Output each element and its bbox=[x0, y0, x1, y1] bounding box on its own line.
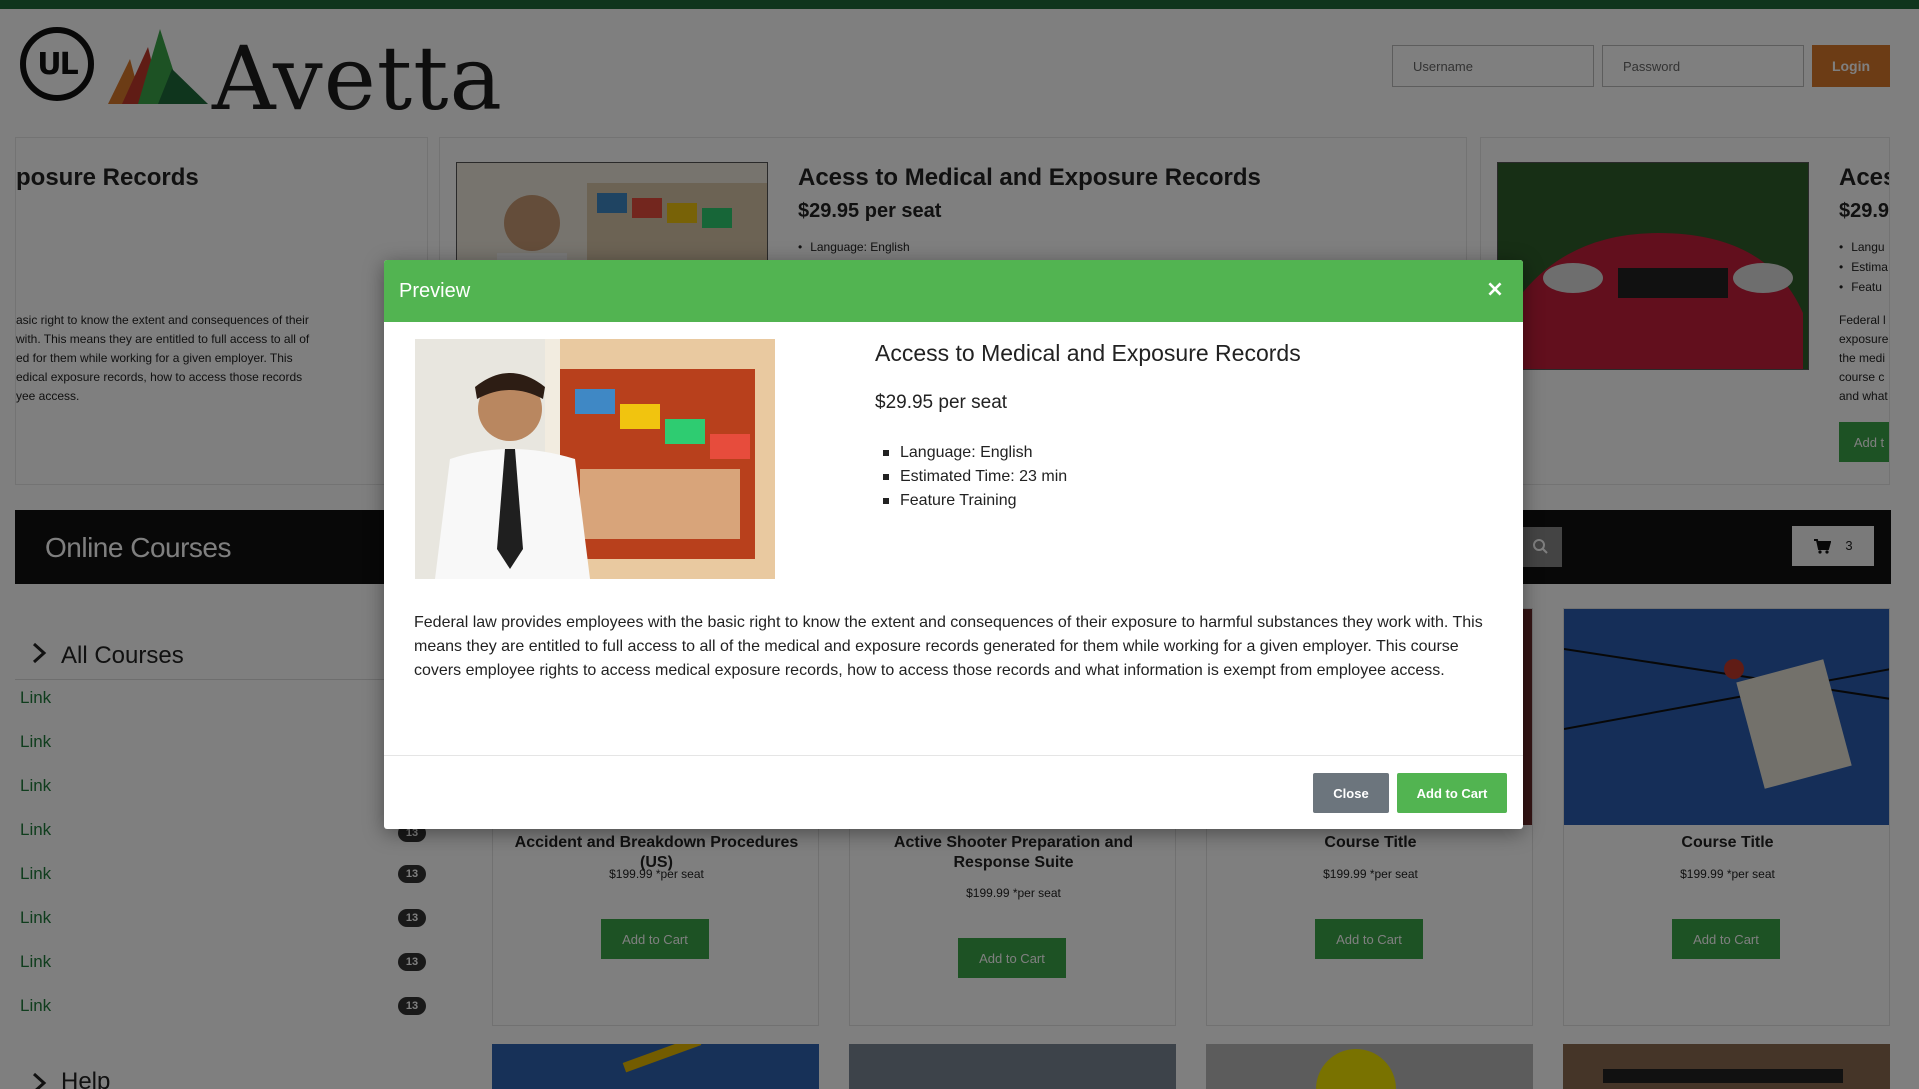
modal-description: Federal law provides employees with the … bbox=[414, 614, 1483, 679]
modal-header: Preview × bbox=[384, 260, 1523, 322]
close-icon[interactable]: × bbox=[1483, 278, 1507, 302]
close-button[interactable]: Close bbox=[1313, 773, 1389, 813]
modal-bullet: Feature Training bbox=[883, 489, 1067, 513]
modal-title: Preview bbox=[399, 280, 471, 302]
preview-modal: Preview × Access to Medical and Exposure… bbox=[384, 260, 1523, 829]
modal-bullet-list: Language: English Estimated Time: 23 min… bbox=[883, 441, 1067, 513]
modal-bullet: Estimated Time: 23 min bbox=[883, 465, 1067, 489]
modal-bullet: Language: English bbox=[883, 441, 1067, 465]
modal-divider bbox=[384, 755, 1523, 756]
modal-add-to-cart-button[interactable]: Add to Cart bbox=[1397, 773, 1507, 813]
modal-course-title: Access to Medical and Exposure Records bbox=[875, 340, 1301, 366]
modal-price: $29.95 per seat bbox=[875, 392, 1008, 413]
modal-course-image bbox=[415, 339, 775, 579]
